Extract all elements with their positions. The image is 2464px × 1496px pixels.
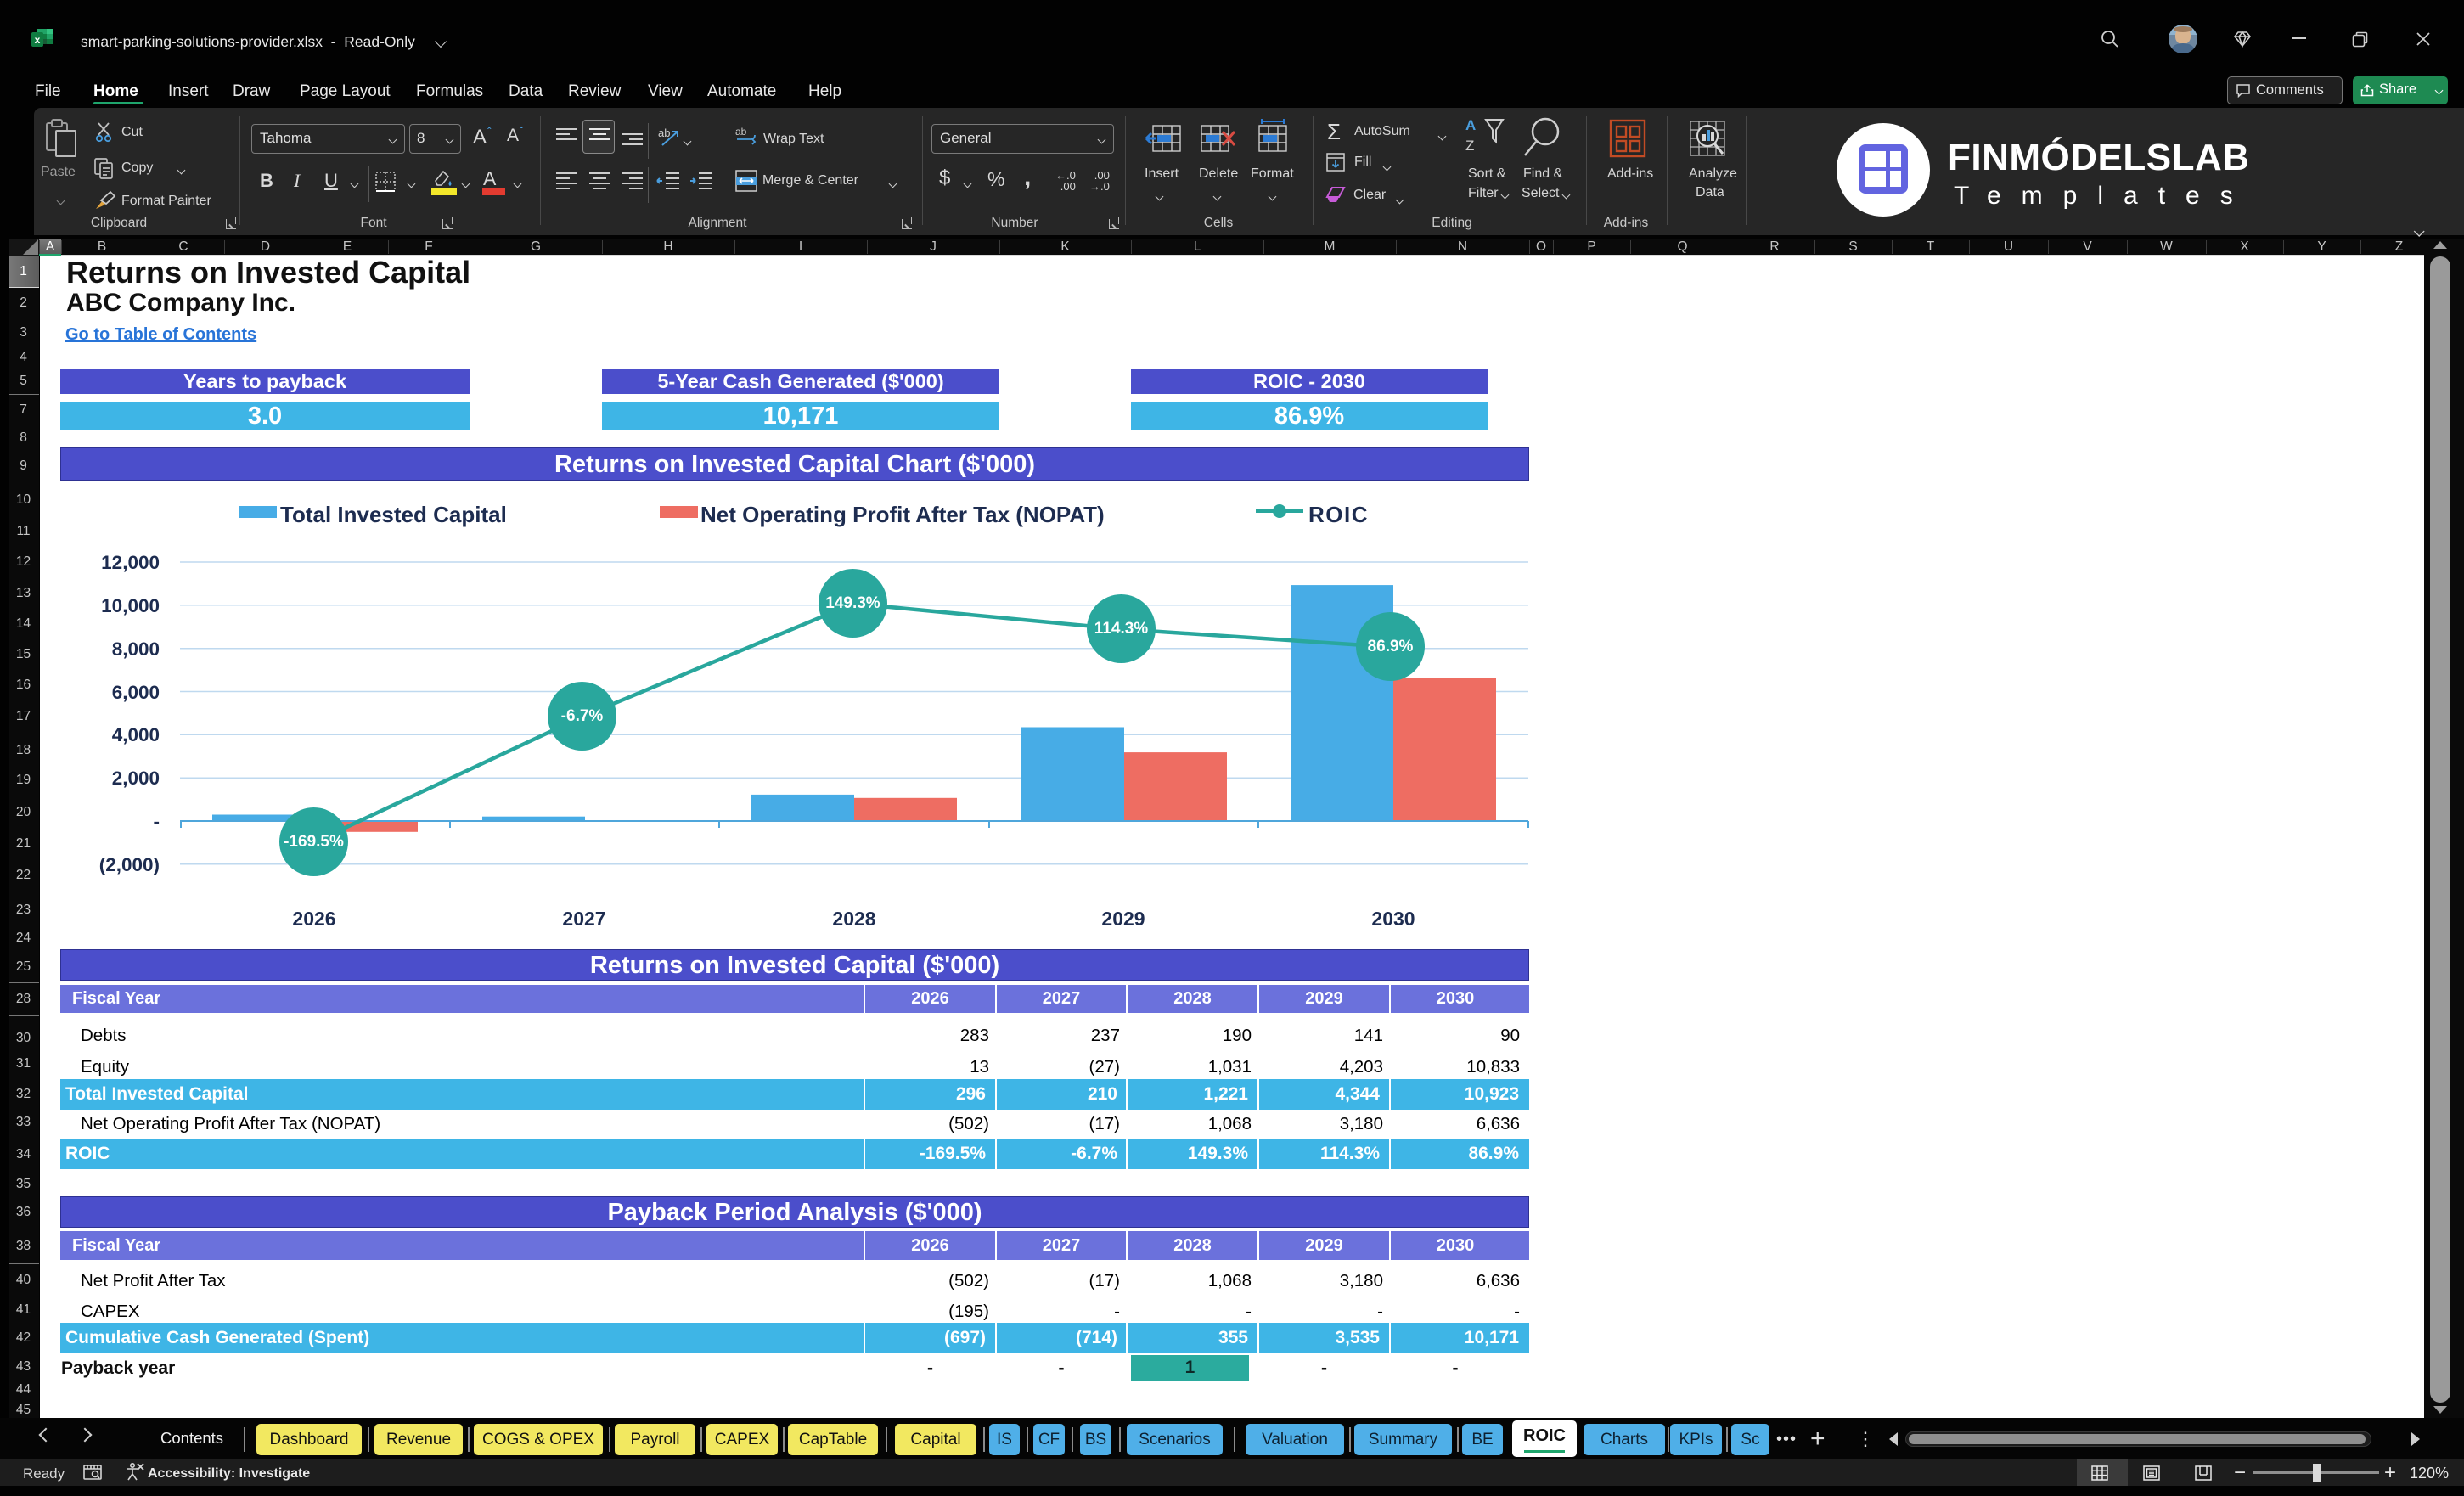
svg-text:ab: ab: [735, 126, 747, 138]
svg-text:x: x: [35, 34, 41, 46]
svg-text:ab: ab: [658, 127, 670, 139]
svg-text:Z: Z: [1465, 138, 1474, 154]
svg-text:A: A: [1465, 117, 1476, 133]
